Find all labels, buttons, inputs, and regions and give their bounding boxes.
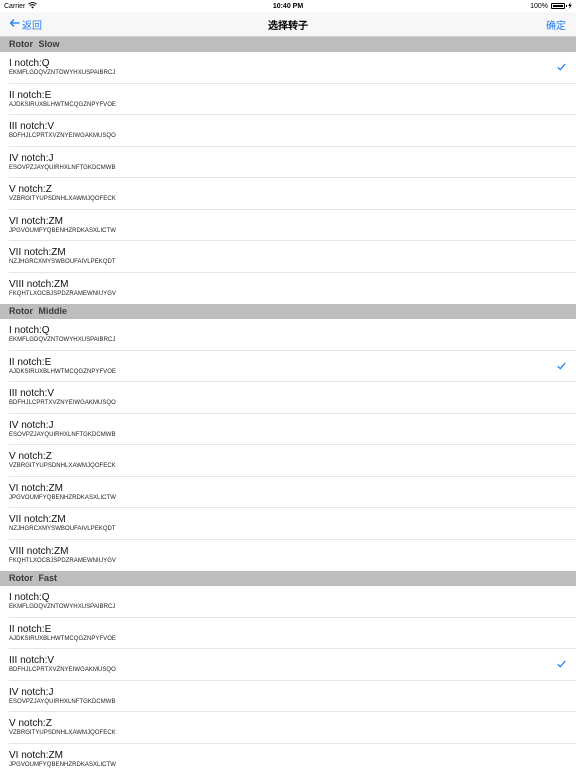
rotor-row[interactable]: II notch:E AJDKSIRUXBLHWTMCQGZNPYFVOE xyxy=(0,617,576,649)
rotor-title: IV notch:J xyxy=(9,419,54,431)
carrier-label: Carrier xyxy=(4,2,26,10)
rotor-title: IV notch:J xyxy=(9,686,54,698)
rotor-row[interactable]: I notch:Q EKMFLGDQVZNTOWYHXUSPAIBRCJ xyxy=(0,52,576,84)
back-arrow-icon xyxy=(9,18,20,30)
back-button[interactable]: 返回 xyxy=(9,17,42,32)
rotor-title: I notch:Q xyxy=(9,592,50,603)
rotor-row[interactable]: III notch:V BDFHJLCPRTXVZNYEIWGAKMUSQO xyxy=(0,382,576,414)
rotor-title: III notch:V xyxy=(9,388,55,399)
section-header: Rotor Slow xyxy=(0,37,576,52)
rotor-title: VI notch:ZM xyxy=(9,215,63,227)
rotor-wiring: AJDKSIRUXBLHWTMCQGZNPYFVOE xyxy=(9,101,116,108)
rotor-title: III notch:V xyxy=(9,121,55,132)
rotor-row[interactable]: V notch:Z VZBRGITYUPSDNHLXAWMJQOFECK xyxy=(0,178,576,210)
rotor-wiring: EKMFLGDQVZNTOWYHXUSPAIBRCJ xyxy=(9,70,116,76)
rotor-wiring: JPGVOUMFYQBENHZRDKASXLICTW xyxy=(9,227,116,234)
rotor-title: IV notch:J xyxy=(9,152,54,164)
rotor-wiring: FKQHTLXOCBJSPDZRAMEWNIUYGV xyxy=(9,290,116,297)
rotor-row[interactable]: III notch:V BDFHJLCPRTXVZNYEIWGAKMUSQO xyxy=(0,115,576,147)
rotor-title: VI notch:ZM xyxy=(9,482,63,494)
rotor-wiring: AJDKSIRUXBLHWTMCQGZNPYFVOE xyxy=(9,635,116,642)
rotor-wiring: VZBRGITYUPSDNHLXAWMJQOFECK xyxy=(9,730,116,736)
rotor-wiring: NZJHGRCXMYSWBOUFAIVLPEKQDT xyxy=(9,259,116,265)
rotor-title: VI notch:ZM xyxy=(9,749,63,761)
rotor-wiring: NZJHGRCXMYSWBOUFAIVLPEKQDT xyxy=(9,526,116,532)
rotor-row[interactable]: IV notch:J ESOVPZJAYQUIRHXLNFTGKDCMWB xyxy=(0,413,576,445)
rotor-wiring: BDFHJLCPRTXVZNYEIWGAKMUSQO xyxy=(9,400,116,406)
rotor-table[interactable]: Rotor Slow I notch:Q EKMFLGDQVZNTOWYHXUSPA… xyxy=(0,37,576,768)
page-title: 选择转子 xyxy=(268,20,308,32)
wifi-icon xyxy=(28,1,38,11)
rotor-title: I notch:Q xyxy=(9,325,50,336)
battery-icon xyxy=(551,3,567,9)
rotor-row[interactable]: II notch:E AJDKSIRUXBLHWTMCQGZNPYFVOE xyxy=(0,83,576,115)
checkmark-icon xyxy=(557,63,566,71)
confirm-button[interactable]: 确定 xyxy=(546,17,566,32)
checkmark-icon xyxy=(557,362,566,370)
rotor-row[interactable]: V notch:Z VZBRGITYUPSDNHLXAWMJQOFECK xyxy=(0,712,576,744)
rotor-wiring: VZBRGITYUPSDNHLXAWMJQOFECK xyxy=(9,463,116,469)
rotor-title: V notch:Z xyxy=(9,184,52,195)
rotor-row[interactable]: VIII notch:ZM FKQHTLXOCBJSPDZRAMEWNIUYGV xyxy=(0,539,576,571)
rotor-wiring: ESOVPZJAYQUIRHXLNFTGKDCMWB xyxy=(9,164,116,171)
rotor-row[interactable]: VII notch:ZM NZJHGRCXMYSWBOUFAIVLPEKQDT xyxy=(0,508,576,540)
rotor-title: V notch:Z xyxy=(9,718,52,729)
rotor-row[interactable]: V notch:Z VZBRGITYUPSDNHLXAWMJQOFECK xyxy=(0,445,576,477)
rotor-wiring: EKMFLGDQVZNTOWYHXUSPAIBRCJ xyxy=(9,337,116,343)
back-label: 返回 xyxy=(22,20,42,32)
rotor-row[interactable]: VI notch:ZM JPGVOUMFYQBENHZRDKASXLICTW xyxy=(0,209,576,241)
section-header: Rotor Middle xyxy=(0,304,576,319)
rotor-title: II notch:E xyxy=(9,623,52,635)
rotor-wiring: BDFHJLCPRTXVZNYEIWGAKMUSQO xyxy=(9,133,116,139)
rotor-title: VIII notch:ZM xyxy=(9,545,69,557)
rotor-title: VII notch:ZM xyxy=(9,514,66,525)
rotor-wiring: JPGVOUMFYQBENHZRDKASXLICTW xyxy=(9,761,116,768)
rotor-row[interactable]: IV notch:J ESOVPZJAYQUIRHXLNFTGKDCMWB xyxy=(0,680,576,712)
rotor-wiring: JPGVOUMFYQBENHZRDKASXLICTW xyxy=(9,494,116,501)
rotor-row[interactable]: II notch:E AJDKSIRUXBLHWTMCQGZNPYFVOE xyxy=(0,350,576,382)
rotor-title: II notch:E xyxy=(9,356,52,368)
rotor-title: III notch:V xyxy=(9,655,55,666)
checkmark-icon xyxy=(557,660,566,668)
charging-icon xyxy=(568,1,572,11)
rotor-wiring: ESOVPZJAYQUIRHXLNFTGKDCMWB xyxy=(9,698,116,705)
rotor-title: II notch:E xyxy=(9,89,52,101)
status-left: Carrier xyxy=(4,1,38,11)
rotor-title: I notch:Q xyxy=(9,58,50,69)
rotor-row[interactable]: VIII notch:ZM FKQHTLXOCBJSPDZRAMEWNIUYGV xyxy=(0,272,576,304)
rotor-wiring: BDFHJLCPRTXVZNYEIWGAKMUSQO xyxy=(9,667,116,673)
section-rows: I notch:Q EKMFLGDQVZNTOWYHXUSPAIBRCJ II no… xyxy=(0,52,576,304)
rotor-title: VIII notch:ZM xyxy=(9,278,69,290)
rotor-wiring: EKMFLGDQVZNTOWYHXUSPAIBRCJ xyxy=(9,604,116,610)
rotor-row[interactable]: III notch:V BDFHJLCPRTXVZNYEIWGAKMUSQO xyxy=(0,649,576,681)
rotor-row[interactable]: IV notch:J ESOVPZJAYQUIRHXLNFTGKDCMWB xyxy=(0,146,576,178)
rotor-row[interactable]: I notch:Q EKMFLGDQVZNTOWYHXUSPAIBRCJ xyxy=(0,586,576,618)
rotor-wiring: VZBRGITYUPSDNHLXAWMJQOFECK xyxy=(9,196,116,202)
status-right: 100% xyxy=(530,1,572,11)
rotor-row[interactable]: VII notch:ZM NZJHGRCXMYSWBOUFAIVLPEKQDT xyxy=(0,241,576,273)
status-time: 10:40 PM xyxy=(272,2,304,10)
rotor-row[interactable]: VI notch:ZM JPGVOUMFYQBENHZRDKASXLICTW xyxy=(0,743,576,768)
rotor-title: V notch:Z xyxy=(9,451,52,462)
battery-percent: 100% xyxy=(530,2,548,10)
rotor-wiring: ESOVPZJAYQUIRHXLNFTGKDCMWB xyxy=(9,431,116,438)
rotor-wiring: AJDKSIRUXBLHWTMCQGZNPYFVOE xyxy=(9,368,116,375)
rotor-row[interactable]: VI notch:ZM JPGVOUMFYQBENHZRDKASXLICTW xyxy=(0,476,576,508)
section-header: Rotor Fast xyxy=(0,571,576,586)
section-rows: I notch:Q EKMFLGDQVZNTOWYHXUSPAIBRCJ II no… xyxy=(0,319,576,571)
navigation-bar: 返回 选择转子 确定 xyxy=(0,12,576,37)
rotor-title: VII notch:ZM xyxy=(9,247,66,258)
status-bar: Carrier 10:40 PM 100% xyxy=(0,0,576,12)
rotor-wiring: FKQHTLXOCBJSPDZRAMEWNIUYGV xyxy=(9,557,116,564)
section-rows: I notch:Q EKMFLGDQVZNTOWYHXUSPAIBRCJ II no… xyxy=(0,586,576,768)
rotor-row[interactable]: I notch:Q EKMFLGDQVZNTOWYHXUSPAIBRCJ xyxy=(0,319,576,351)
